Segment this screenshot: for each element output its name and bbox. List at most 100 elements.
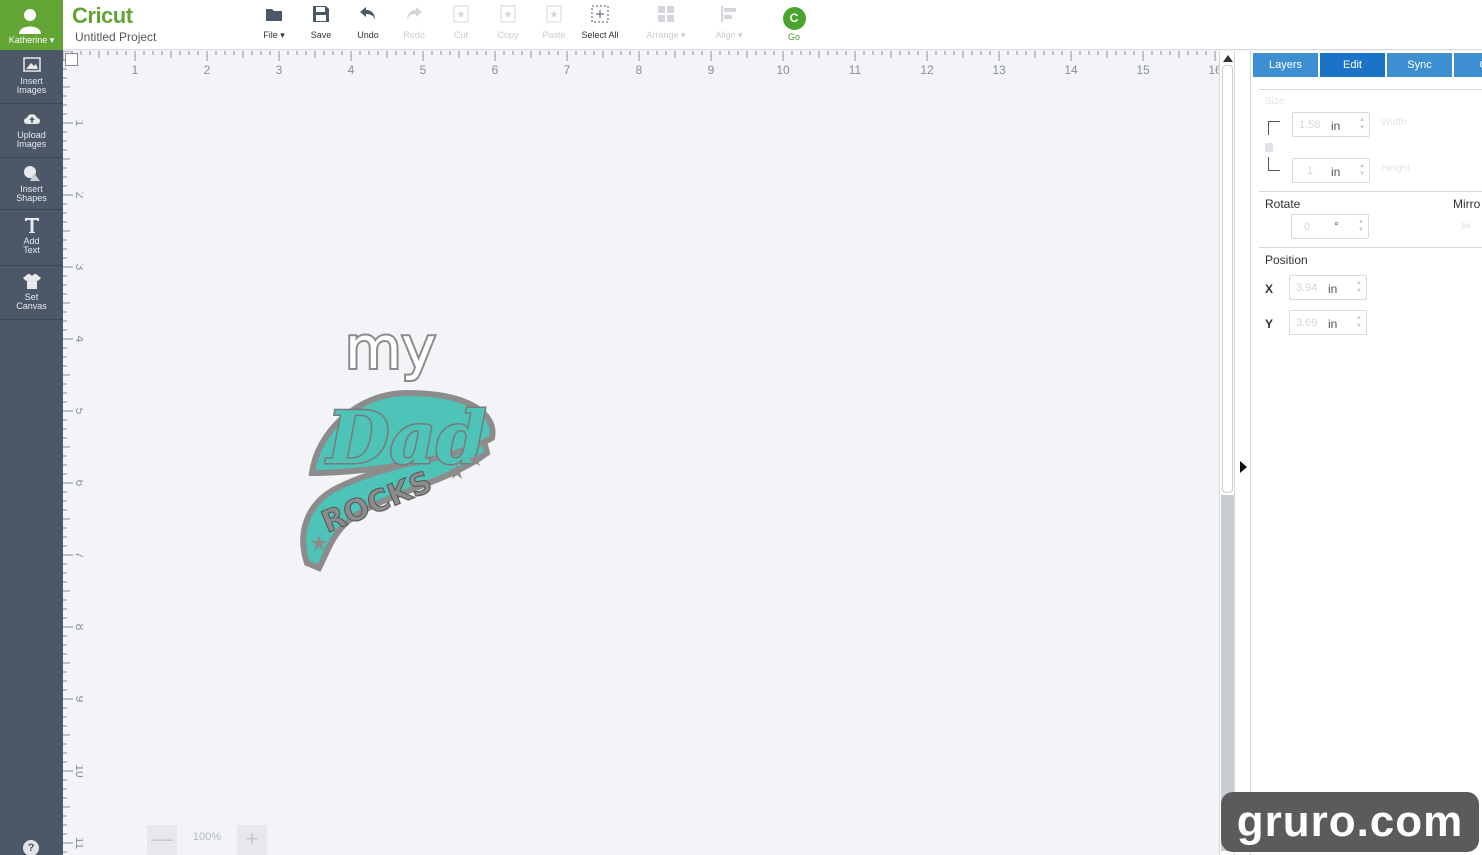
height-value: 1 <box>1307 165 1314 177</box>
x-position-field[interactable]: 3.94 in ▲ ▼ <box>1289 275 1367 300</box>
shapes-icon <box>23 166 40 181</box>
help-button[interactable]: ? <box>23 840 39 855</box>
go-label: Go <box>787 32 800 42</box>
divider <box>1259 247 1482 248</box>
nav-insert-images[interactable]: Insert Images <box>0 50 63 104</box>
select-all-label: Select All <box>581 30 619 40</box>
zoom-level: 100% <box>192 831 222 843</box>
align-button[interactable]: Align ▾ <box>705 4 753 41</box>
design-space-app: Katherine ▾ Insert Images Upload Images … <box>0 0 1482 855</box>
ruler-tick-label: 9 <box>708 63 715 75</box>
stepper-icon[interactable]: ▲ ▼ <box>1356 314 1362 330</box>
zoom-out-button[interactable]: — <box>147 825 177 855</box>
cut-icon <box>453 5 469 23</box>
folder-icon <box>266 9 282 21</box>
zoom-in-button[interactable]: + <box>237 825 267 855</box>
ruler-tick-label: 1 <box>73 120 83 127</box>
ruler-tick-label: 11 <box>849 63 862 75</box>
ruler-tick-label: 6 <box>492 63 499 75</box>
nav-set-canvas[interactable]: Set Canvas <box>0 266 63 320</box>
nav-insert-shapes[interactable]: Insert Shapes <box>0 158 63 210</box>
rotate-value: 0 <box>1304 221 1311 233</box>
scroll-up-icon[interactable] <box>1223 55 1233 62</box>
arrange-label: Arrange <box>646 30 679 40</box>
ruler-tick-label: 4 <box>348 63 355 75</box>
height-field[interactable]: 1 in ▲ ▼ <box>1292 158 1370 183</box>
stepper-icon[interactable]: ▲ ▼ <box>1358 218 1364 234</box>
nav-add-text[interactable]: Add Text <box>0 210 63 266</box>
image-icon <box>22 57 41 72</box>
rotate-label: Rotate <box>1265 197 1301 211</box>
undo-button[interactable]: Undo <box>344 4 392 40</box>
brand-logo: Cricut <box>72 3 133 28</box>
user-menu[interactable]: Katherine ▾ <box>0 0 63 50</box>
my-dad-rocks-design[interactable]: my Dad ROCKS <box>297 313 497 573</box>
select-all-icon <box>591 5 609 23</box>
arrange-button[interactable]: Arrange ▾ <box>641 4 691 41</box>
size-bracket-icon <box>1268 157 1280 171</box>
scroll-thumb[interactable] <box>1222 65 1233 493</box>
ruler-tick-label: 3 <box>276 63 283 75</box>
go-button[interactable]: C Go <box>770 4 818 42</box>
ruler-corner <box>65 53 78 66</box>
tab-sync[interactable]: Sync <box>1387 53 1453 77</box>
x-unit: in <box>1328 282 1338 296</box>
save-button[interactable]: Save <box>297 4 345 40</box>
rotate-unit: ° <box>1334 219 1339 233</box>
y-value: 3.69 <box>1296 317 1318 329</box>
undo-icon <box>360 7 375 20</box>
rotate-field[interactable]: 0 ° ▲ ▼ <box>1291 214 1369 239</box>
mirror-icon[interactable]: ⋈ <box>1461 221 1471 232</box>
stepper-icon[interactable]: ▲ ▼ <box>1359 162 1365 178</box>
project-title[interactable]: Untitled Project <box>75 30 156 44</box>
ruler-tick-label: 13 <box>992 63 1006 75</box>
vertical-ruler: 1 2 3 4 5 6 7 8 9 10 11 <box>63 51 83 853</box>
left-nav: Katherine ▾ Insert Images Upload Images … <box>0 0 63 855</box>
divider <box>1259 89 1482 90</box>
file-button[interactable]: File ▾ <box>250 4 298 41</box>
shirt-icon <box>22 274 41 289</box>
design-word-my: my <box>345 314 436 382</box>
stepper-icon[interactable]: ▲ ▼ <box>1356 279 1362 295</box>
nav-label: Shapes <box>16 193 47 203</box>
undo-label: Undo <box>357 30 379 40</box>
mirror-label: Mirro <box>1453 197 1481 211</box>
copy-icon <box>500 5 516 23</box>
x-value: 3.94 <box>1296 282 1318 294</box>
cut-button[interactable]: Cut <box>437 4 485 40</box>
paste-button[interactable]: Paste <box>530 4 578 40</box>
copy-button[interactable]: Copy <box>484 4 532 40</box>
tab-canvas[interactable]: Ca <box>1454 53 1482 77</box>
lock-icon[interactable] <box>1265 143 1273 152</box>
nav-label: Images <box>16 85 47 95</box>
width-label: Width <box>1381 117 1407 128</box>
panel-collapse-toggle[interactable] <box>1235 51 1251 855</box>
align-label: Align <box>715 30 736 40</box>
file-label: File <box>263 30 278 40</box>
top-toolbar: Cricut Untitled Project File ▾ Save Undo… <box>63 0 1482 50</box>
ruler-tick-label: 16 <box>1208 63 1219 75</box>
design-canvas[interactable]: 12345678910111213141516 1234567891011 my… <box>63 51 1219 855</box>
redo-label: Redo <box>403 30 425 40</box>
ruler-tick-label: 8 <box>73 624 83 631</box>
horizontal-ruler: 1 2 3 4 5 6 7 8 9 10 11 12 13 14 15 16 <box>63 51 1219 75</box>
tab-layers[interactable]: Layers <box>1253 53 1319 77</box>
select-all-button[interactable]: Select All <box>576 4 624 40</box>
tab-edit[interactable]: Edit <box>1320 53 1386 77</box>
nav-upload-images[interactable]: Upload Images <box>0 104 63 158</box>
stepper-icon[interactable]: ▲ ▼ <box>1359 116 1365 132</box>
ruler-tick-label: 1 <box>132 63 139 75</box>
align-icon <box>721 6 736 22</box>
ruler-tick-label: 15 <box>1136 63 1150 75</box>
y-position-field[interactable]: 3.69 in ▲ ▼ <box>1289 310 1367 335</box>
ruler-tick-label: 9 <box>73 696 83 703</box>
cut-label: Cut <box>453 30 468 40</box>
redo-button[interactable]: Redo <box>390 4 438 40</box>
go-icon: C <box>782 7 806 30</box>
save-label: Save <box>310 30 332 40</box>
ruler-tick-label: 4 <box>73 336 83 343</box>
canvas-vertical-scrollbar[interactable] <box>1219 51 1235 855</box>
watermark: gruro.com <box>1221 792 1479 852</box>
width-field[interactable]: 1.58 in ▲ ▼ <box>1292 112 1370 137</box>
save-icon <box>313 6 329 22</box>
